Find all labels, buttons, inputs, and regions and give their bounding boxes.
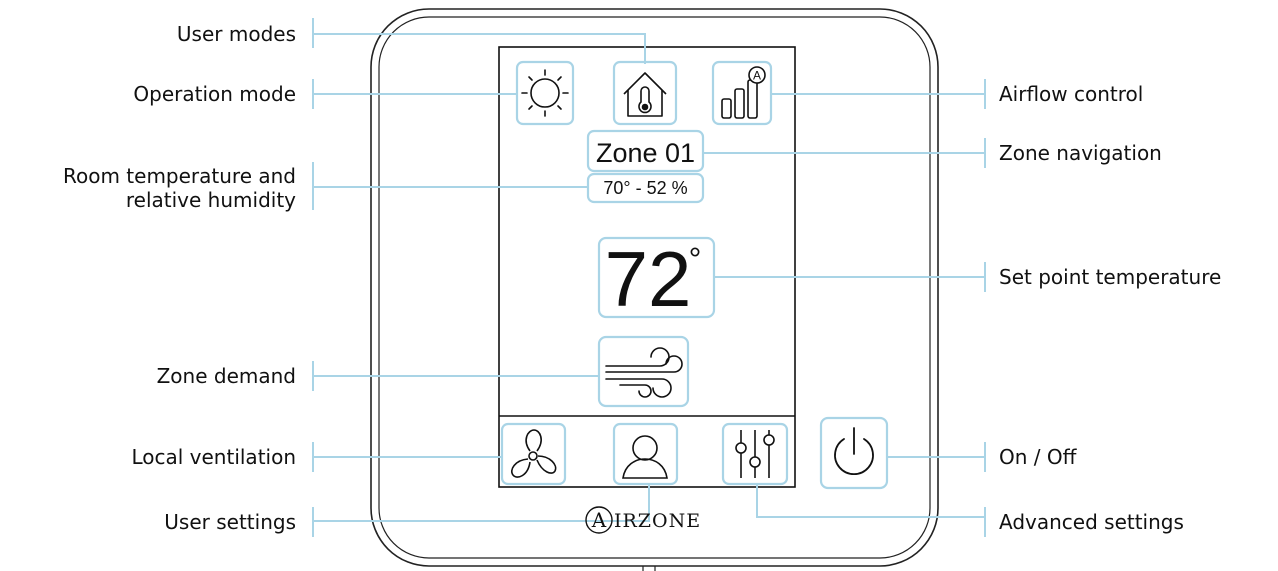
setpoint-value[interactable]: 72 (605, 235, 692, 323)
airflow-auto-label: A (753, 69, 761, 83)
room-reading: 70° - 52 % (603, 178, 687, 198)
zone-name[interactable]: Zone 01 (596, 138, 695, 168)
callout-zone-demand: Zone demand (156, 364, 296, 388)
sliders-icon[interactable] (735, 430, 775, 478)
callout-on-off: On / Off (999, 445, 1077, 469)
callout-zone-navigation: Zone navigation (999, 141, 1162, 165)
callout-room-temp-line1: Room temperature and (62, 164, 296, 188)
callout-user-modes: User modes (176, 22, 296, 46)
callout-set-point: Set point temperature (999, 265, 1222, 289)
setpoint-unit: ° (689, 241, 702, 277)
callout-operation-mode: Operation mode (133, 82, 296, 106)
callout-room-temp-line2: relative humidity (125, 188, 296, 212)
brand-initial: A (591, 508, 607, 532)
callout-local-ventilation: Local ventilation (131, 445, 296, 469)
callout-advanced-settings: Advanced settings (999, 510, 1184, 534)
callout-user-settings: User settings (164, 510, 296, 534)
brand-name: IRZONE (614, 510, 701, 532)
callout-airflow-control: Airflow control (999, 82, 1144, 106)
